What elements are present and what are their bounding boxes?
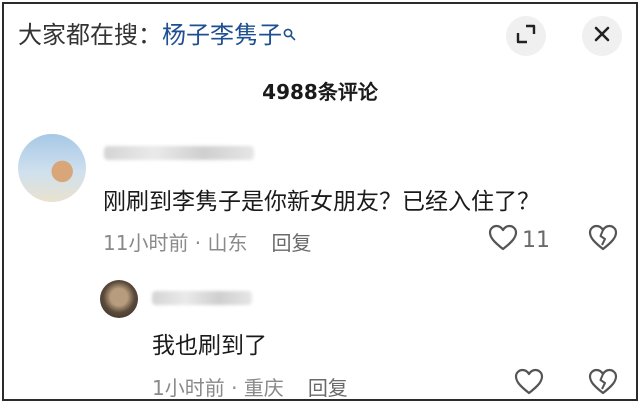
avatar[interactable]: [18, 134, 86, 202]
reply-location: 重庆: [243, 376, 284, 400]
heart-icon: [488, 224, 518, 256]
reply-dislike-button[interactable]: [588, 368, 618, 399]
meta-separator: ·: [188, 231, 208, 255]
broken-heart-icon: [588, 224, 618, 256]
reply-like-button[interactable]: [514, 368, 544, 399]
comment-meta: 11小时前 · 山东 回复: [103, 227, 312, 256]
trending-search-term[interactable]: 杨子李隽子: [162, 21, 282, 49]
reply-avatar[interactable]: [100, 280, 138, 318]
reply-meta: 1小时前 · 重庆 回复: [152, 372, 348, 400]
close-icon: [592, 24, 612, 48]
trending-search-prefix: 大家都在搜：: [18, 21, 162, 49]
broken-heart-icon: [588, 368, 618, 399]
heart-icon: [514, 368, 544, 399]
comment-time: 11小时前: [103, 231, 189, 255]
reply-button[interactable]: 回复: [272, 231, 312, 255]
comment-text: 刚刷到李隽子是你新女朋友？已经入住了？: [103, 189, 540, 215]
dislike-button[interactable]: [588, 224, 618, 256]
comment-count: 4988条评论: [262, 80, 378, 104]
expand-button[interactable]: [506, 16, 546, 56]
trending-search[interactable]: 大家都在搜：杨子李隽子: [18, 18, 296, 54]
meta-separator: ·: [224, 376, 244, 400]
username-blurred[interactable]: [104, 146, 254, 160]
reply-time: 1小时前: [152, 376, 225, 400]
comment-location: 山东: [207, 231, 248, 255]
reply-text: 我也刷到了: [152, 333, 267, 359]
magnifier-icon: [283, 20, 296, 54]
comments-panel: 大家都在搜：杨子李隽子 4988条评论 刚刷到李隽子是你新女朋友？已经入住了？ …: [2, 2, 638, 401]
like-button[interactable]: 11: [488, 224, 550, 256]
like-count: 11: [522, 227, 550, 253]
expand-corner-icon: [515, 23, 537, 49]
close-button[interactable]: [582, 16, 622, 56]
reply-reply-button[interactable]: 回复: [308, 376, 348, 399]
reply-username-blurred[interactable]: [152, 291, 252, 305]
panel-header: 大家都在搜：杨子李隽子: [18, 16, 622, 56]
